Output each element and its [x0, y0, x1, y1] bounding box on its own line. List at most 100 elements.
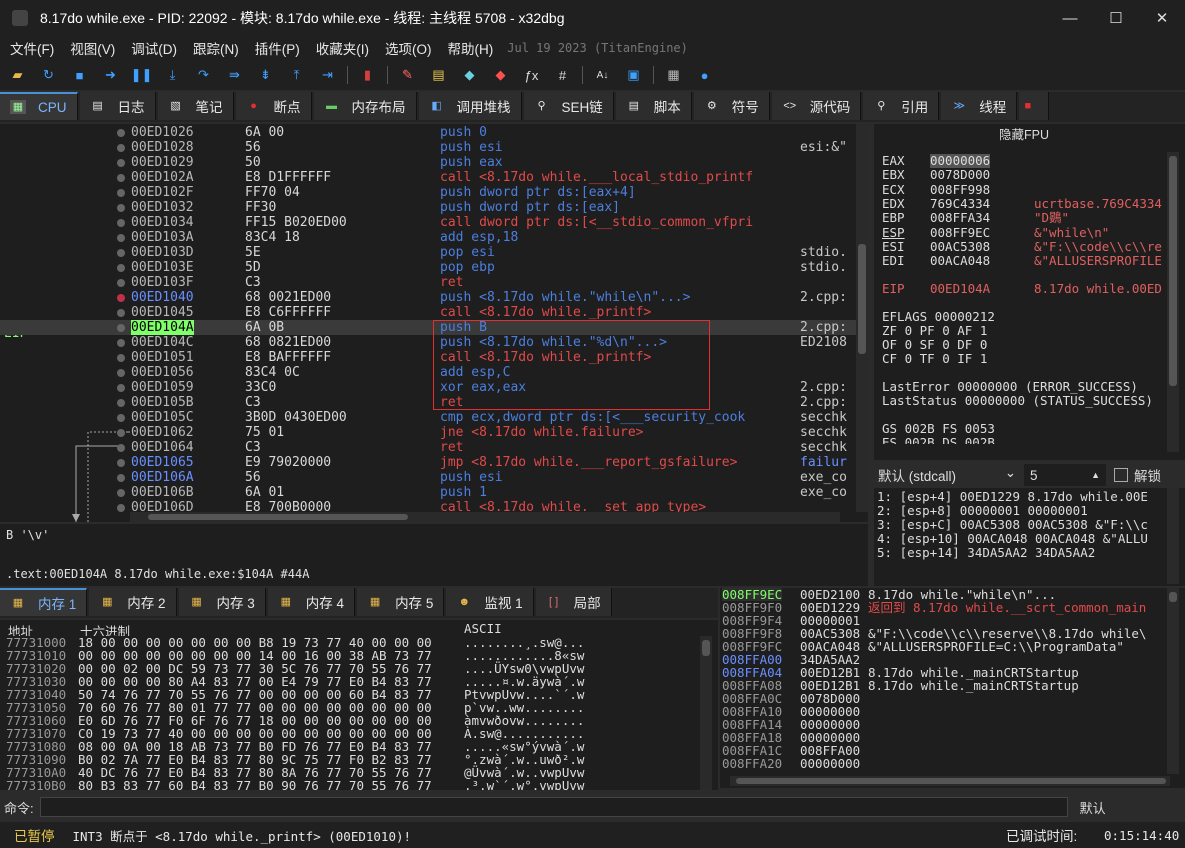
- arg-count-spinner[interactable]: 5 ▲: [1024, 464, 1106, 486]
- disasm-row[interactable]: 00ED1029 50 push eax: [0, 155, 858, 170]
- tab-call-stack[interactable]: ◧ 调用堆栈: [418, 92, 522, 120]
- step-over-icon[interactable]: ↷: [192, 64, 215, 86]
- breakpoint-dot[interactable]: [117, 249, 125, 257]
- reg-ebp[interactable]: EBP 008FFA34 "D鷃": [882, 211, 1069, 225]
- close-button[interactable]: ✕: [1139, 0, 1185, 36]
- disasm-row[interactable]: 00ED1062 75 01 jne <8.17do while.failure> s…: [0, 425, 858, 440]
- tab-source[interactable]: <> 源代码: [771, 92, 862, 120]
- tab-dump-1[interactable]: ▦ 内存 1: [0, 588, 88, 616]
- disasm-row[interactable]: 00ED1064 C3 ret secchk: [0, 440, 858, 455]
- hide-fpu-toggle[interactable]: 隐藏FPU: [874, 124, 1174, 146]
- tab-overflow[interactable]: ■: [1019, 92, 1050, 120]
- breakpoint-dot[interactable]: [117, 294, 125, 302]
- execute-till-return-icon[interactable]: ⤒: [285, 64, 308, 86]
- disasm-row[interactable]: 00ED1059 33C0 xor eax,eax 2.cpp:: [0, 380, 858, 395]
- run-to-user-code-icon[interactable]: ⇥: [316, 64, 339, 86]
- disasm-hscrollbar[interactable]: [130, 512, 840, 522]
- breakpoint-dot[interactable]: [117, 219, 125, 227]
- disasm-row[interactable]: 00ED1051 E8 BAFFFFFF call <8.17do while._p…: [0, 350, 858, 365]
- tab-seh[interactable]: ⚲ SEH链: [523, 92, 614, 120]
- tab-references[interactable]: ⚲ 引用: [863, 92, 940, 120]
- menu-plugins[interactable]: 插件(P): [249, 38, 306, 58]
- segment-row-1[interactable]: GS 002B FS 0053: [882, 422, 995, 436]
- flags-row-1[interactable]: ZF 0 PF 0 AF 1: [882, 324, 987, 338]
- disasm-row[interactable]: 00ED106B 6A 01 push 1 exe_co: [0, 485, 858, 500]
- last-status[interactable]: LastStatus 00000000 (STATUS_SUCCESS): [882, 394, 1153, 408]
- stack-scrollbar[interactable]: [1167, 588, 1179, 774]
- disassembly-view[interactable]: EIP 00ED10266A 00push 000ED102856push es…: [0, 124, 868, 522]
- breakpoint-dot[interactable]: [117, 429, 125, 437]
- disasm-row[interactable]: 00ED106A 56 push esi exe_co: [0, 470, 858, 485]
- breakpoint-dot[interactable]: [117, 399, 125, 407]
- breakpoint-dot[interactable]: [117, 189, 125, 197]
- disasm-row[interactable]: 00ED105B C3 ret 2.cpp:: [0, 395, 858, 410]
- maximize-button[interactable]: ☐: [1093, 0, 1139, 36]
- tab-breakpoints[interactable]: ● 断点: [235, 92, 312, 120]
- args-scrollbar[interactable]: [1167, 488, 1179, 584]
- flags-row-3[interactable]: CF 0 TF 0 IF 1: [882, 352, 987, 366]
- breakpoint-dot[interactable]: [117, 234, 125, 242]
- tab-script[interactable]: ▤ 脚本: [615, 92, 692, 120]
- breakpoint-dot[interactable]: [117, 309, 125, 317]
- breakpoint-dot[interactable]: [117, 204, 125, 212]
- tab-notes[interactable]: ▧ 笔记: [157, 92, 234, 120]
- stack-row[interactable]: 008FFA20 00000000: [722, 757, 860, 770]
- breakpoint-dot[interactable]: [117, 174, 125, 182]
- flags-row-2[interactable]: OF 0 SF 0 DF 0: [882, 338, 987, 352]
- script-icon[interactable]: ▮: [356, 64, 379, 86]
- breakpoint-dot[interactable]: [117, 444, 125, 452]
- tab-dump-3[interactable]: ▦ 内存 3: [178, 588, 266, 616]
- reg-ecx[interactable]: ECX 008FF998: [882, 182, 990, 197]
- scroll-thumb[interactable]: [858, 244, 866, 354]
- disasm-row[interactable]: 00ED103D 5E pop esi stdio.: [0, 245, 858, 260]
- stack-arg-row[interactable]: 1: [esp+4] 00ED1229 8.17do while.00E: [877, 490, 1148, 504]
- breakpoint-dot[interactable]: [117, 354, 125, 362]
- restart-icon[interactable]: ↻: [37, 64, 60, 86]
- breakpoint-dot[interactable]: [117, 159, 125, 167]
- disasm-row[interactable]: 00ED1065 E9 79020000 jmp <8.17do while.___…: [0, 455, 858, 470]
- minimize-button[interactable]: —: [1047, 0, 1093, 36]
- stack-args-list[interactable]: 1: [esp+4] 00ED1229 8.17do while.00E 2: […: [874, 488, 1185, 586]
- open-icon[interactable]: ▰: [6, 64, 29, 86]
- menu-help[interactable]: 帮助(H): [442, 38, 500, 58]
- pause-icon[interactable]: ❚❚: [130, 64, 153, 86]
- breakpoint-dot[interactable]: [117, 129, 125, 137]
- disasm-row[interactable]: 00ED103A 83C4 18 add esp,18: [0, 230, 858, 245]
- tab-dump-5[interactable]: ▦ 内存 5: [357, 588, 445, 616]
- disasm-row[interactable]: 00ED105C 3B0D 0430ED00 cmp ecx,dword ptr d…: [0, 410, 858, 425]
- trace-over-icon[interactable]: ⇟: [254, 64, 277, 86]
- breakpoint-dot[interactable]: [117, 369, 125, 377]
- command-input[interactable]: [39, 797, 1068, 817]
- disasm-row[interactable]: 00ED1028 56 push esi esi:&": [0, 140, 858, 155]
- disasm-row[interactable]: 00ED1034 FF15 B020ED00 call dword ptr ds:[…: [0, 215, 858, 230]
- menu-trace[interactable]: 跟踪(N): [187, 38, 245, 58]
- disasm-row[interactable]: 00ED1056 83C4 0C add esp,C: [0, 365, 858, 380]
- stack-view[interactable]: 008FF9EC 00ED2100 8.17do while."while\n"..…: [720, 588, 1185, 788]
- font-icon[interactable]: A↓: [591, 64, 614, 86]
- menu-favourites[interactable]: 收藏夹(I): [310, 38, 375, 58]
- disasm-row[interactable]: 00ED104A 6A 0B push B 2.cpp:: [0, 320, 858, 335]
- segment-row-2[interactable]: ES 002B DS 002B: [882, 436, 995, 444]
- globe-icon[interactable]: ●: [693, 64, 716, 86]
- menu-debug[interactable]: 调试(D): [125, 38, 183, 58]
- call-convention-select[interactable]: 默认 (stdcall) ⌄: [874, 465, 1024, 485]
- tab-dump-4[interactable]: ▦ 内存 4: [267, 588, 356, 616]
- stack-arg-row[interactable]: 2: [esp+8] 00000001 00000001: [877, 504, 1088, 518]
- tab-locals[interactable]: [ ] 局部: [535, 588, 612, 616]
- registers-panel[interactable]: 隐藏FPU EAX 00000006 EBX 0078D000 ECX 008FF998 E…: [874, 124, 1185, 460]
- trace-into-icon[interactable]: ⇛: [223, 64, 246, 86]
- hash-icon[interactable]: #: [551, 64, 574, 86]
- breakpoint-dot[interactable]: [117, 459, 125, 467]
- stack-hscrollbar[interactable]: [730, 776, 1170, 786]
- breakpoint-dot[interactable]: [117, 264, 125, 272]
- disasm-row[interactable]: 00ED102A E8 D1FFFFFF call <8.17do while.__…: [0, 170, 858, 185]
- stack-arg-row[interactable]: 5: [esp+14] 34DA5AA2 34DA5AA2: [877, 546, 1095, 560]
- regs-scrollbar[interactable]: [1167, 152, 1179, 452]
- function-icon[interactable]: ƒx: [520, 64, 543, 86]
- patch-icon[interactable]: ✎: [396, 64, 419, 86]
- eflags[interactable]: EFLAGS 00000212: [882, 310, 995, 324]
- breakpoint-dot[interactable]: [117, 504, 125, 512]
- breakpoint-dot[interactable]: [117, 414, 125, 422]
- hscroll-thumb[interactable]: [736, 778, 1166, 784]
- calculator-icon[interactable]: ▦: [662, 64, 685, 86]
